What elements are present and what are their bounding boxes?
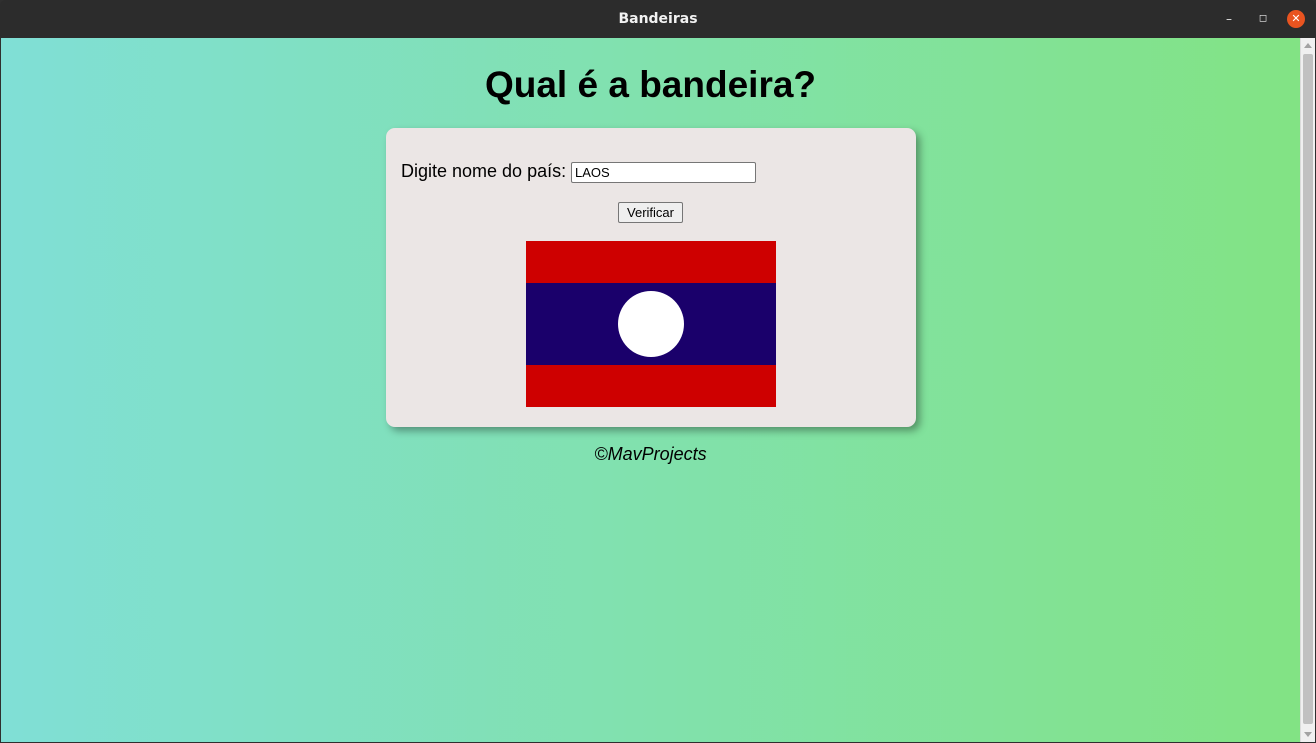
vertical-scrollbar[interactable] [1300, 38, 1315, 742]
scroll-down-arrow-icon[interactable] [1304, 732, 1312, 737]
verify-button[interactable]: Verificar [618, 202, 683, 223]
quiz-card: Digite nome do país: Verificar [386, 128, 916, 427]
flag-stripe-top [526, 241, 776, 283]
close-icon[interactable]: ✕ [1287, 10, 1305, 28]
scrollbar-thumb[interactable] [1303, 54, 1313, 724]
page-viewport: Qual é a bandeira? Digite nome do país: … [1, 38, 1300, 742]
minimize-icon[interactable]: – [1220, 10, 1238, 28]
country-label: Digite nome do país: [401, 161, 567, 181]
maximize-icon[interactable]: ◻ [1254, 10, 1272, 28]
window-title: Bandeiras [618, 11, 698, 27]
page-title: Qual é a bandeira? [484, 64, 817, 105]
app-window: Bandeiras – ◻ ✕ Qual é a bandeira? Digit… [0, 0, 1316, 743]
title-bar[interactable]: Bandeiras – ◻ ✕ [0, 0, 1316, 38]
scroll-up-arrow-icon[interactable] [1304, 43, 1312, 48]
footer-copyright: ©MavProjects [594, 444, 707, 464]
flag-stripe-bottom [526, 365, 776, 407]
flag-circle [618, 291, 684, 357]
country-input[interactable] [571, 162, 756, 183]
flag-image [526, 241, 776, 407]
